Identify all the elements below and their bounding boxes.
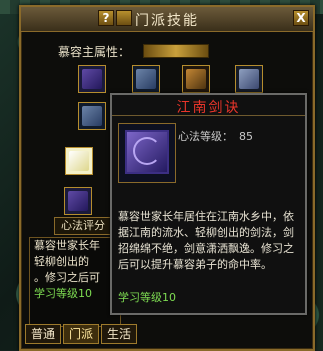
swirl-icon: [133, 137, 161, 165]
panel-title: 门派技能: [135, 13, 199, 29]
skill-book-icon[interactable]: [235, 65, 263, 93]
mental-level: 心法等级： 85: [178, 128, 253, 144]
summary-study-level: 学习等级10: [34, 287, 92, 300]
tab-sect[interactable]: 门派: [63, 324, 99, 344]
tab-normal[interactable]: 普通: [25, 324, 61, 344]
summary-line: 。修习之后可: [34, 271, 100, 284]
skill-book-icon[interactable]: [132, 65, 160, 93]
summary-line: 慕容世家长年: [34, 239, 100, 252]
skill-summary-box: 慕容世家长年 轻柳创出的 。修习之后可 学习等级10: [29, 237, 121, 327]
tooltip-study-level: 学习等级10: [118, 291, 176, 304]
tab-life[interactable]: 生活: [101, 324, 137, 344]
mental-level-label: 心法等级：: [178, 130, 233, 143]
skill-book-icon[interactable]: [64, 187, 92, 215]
tooltip-skill-book-icon: [118, 123, 176, 183]
skill-book-icon-selected[interactable]: [65, 147, 93, 175]
skill-tooltip: 江南剑诀 心法等级： 85 慕容世家长年居住在江南水乡中，依据江南的流水、轻柳创出…: [110, 93, 307, 315]
skill-book-icon[interactable]: [78, 65, 106, 93]
skill-book-icon[interactable]: [182, 65, 210, 93]
attribute-value: [143, 44, 209, 58]
attribute-label: 慕容主属性：: [58, 45, 131, 59]
close-button[interactable]: X: [293, 10, 309, 26]
tooltip-title: 江南剑诀: [112, 97, 305, 116]
tooltip-description: 慕容世家长年居住在江南水乡中，依据江南的流水、轻柳创出的剑法，剑招绵绵不绝，剑意…: [118, 210, 294, 271]
mental-level-value: 85: [239, 130, 253, 143]
xinfa-score-button[interactable]: 心法评分: [54, 217, 112, 235]
panel-titlebar[interactable]: ? 门派技能 X: [21, 7, 313, 32]
summary-line: 轻柳创出的: [34, 255, 89, 268]
skill-book-icon[interactable]: [78, 102, 106, 130]
